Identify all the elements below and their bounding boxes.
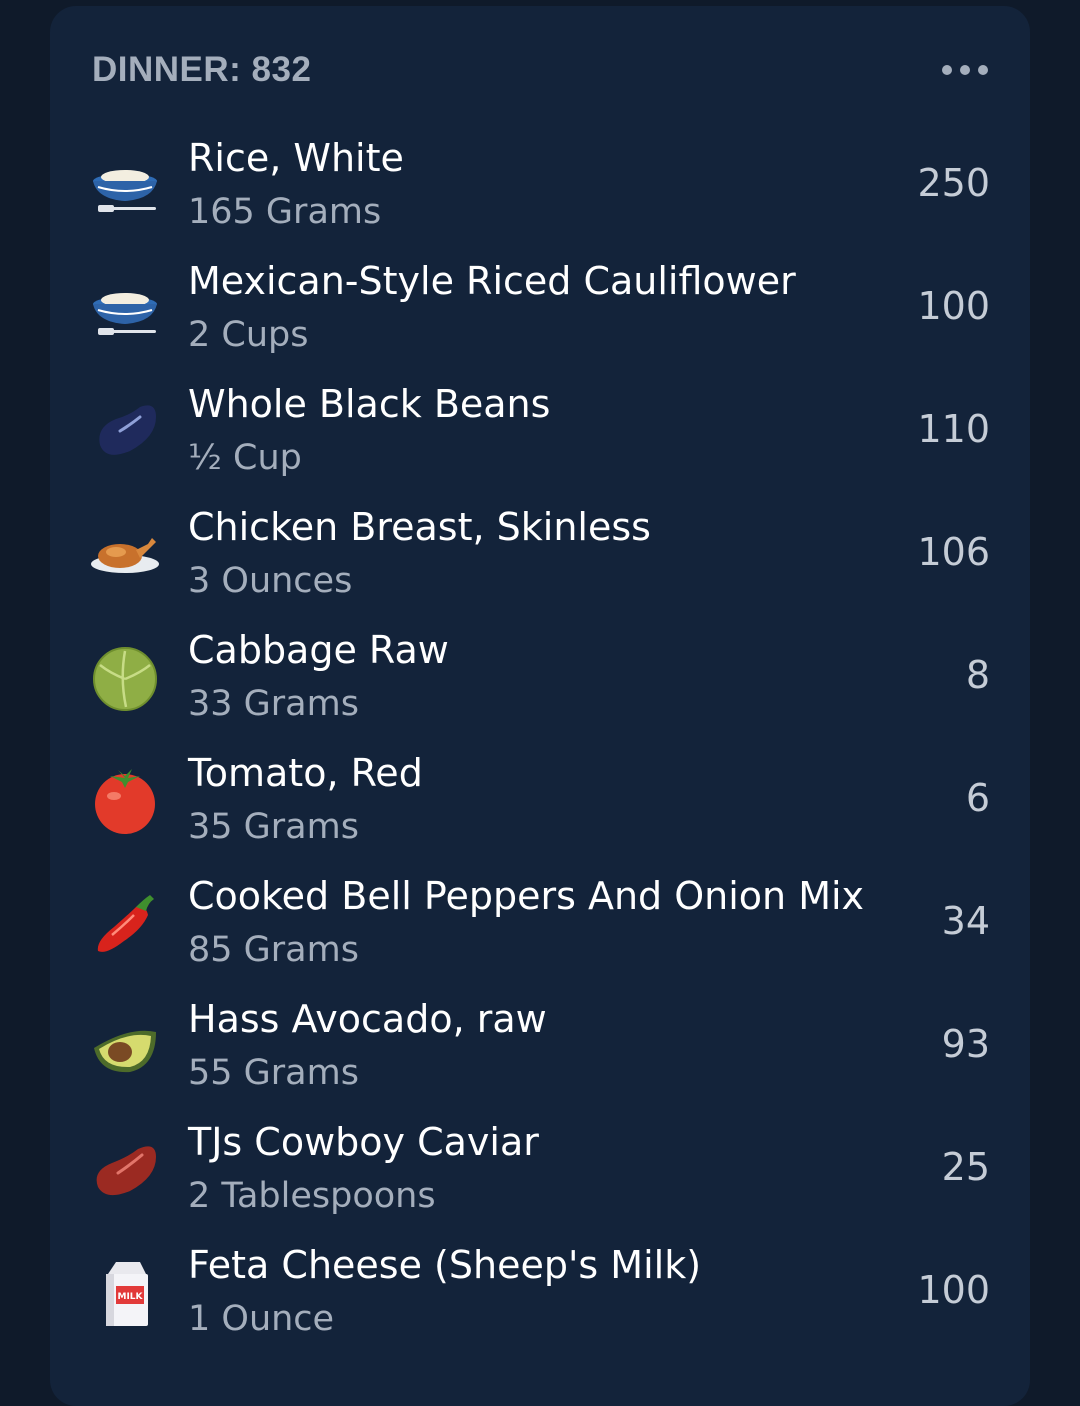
food-name: Cabbage Raw: [188, 628, 449, 672]
meal-card: DINNER: 832 Rice, White 165 Grams 250 Me…: [50, 6, 1030, 1406]
meal-title: DINNER: 832: [92, 50, 312, 89]
red-pepper-icon: [90, 889, 160, 959]
food-entry[interactable]: Cooked Bell Peppers And Onion Mix 85 Gra…: [50, 865, 1030, 988]
tomato-icon: [90, 766, 160, 836]
meal-header: DINNER: 832: [92, 48, 990, 98]
food-entry[interactable]: Cabbage Raw 33 Grams 8: [50, 619, 1030, 742]
food-entry[interactable]: Chicken Breast, Skinless 3 Ounces 106: [50, 496, 1030, 619]
food-serving: 55 Grams: [188, 1053, 359, 1093]
food-entry[interactable]: TJs Cowboy Caviar 2 Tablespoons 25: [50, 1111, 1030, 1234]
red-bean-icon: [90, 1135, 160, 1205]
food-calories: 8: [965, 653, 990, 697]
food-serving: 2 Cups: [188, 315, 309, 355]
milk-carton-icon: MILK: [90, 1258, 160, 1328]
roast-chicken-icon: [90, 520, 160, 590]
rice-bowl-icon: [90, 274, 160, 344]
food-entry[interactable]: Tomato, Red 35 Grams 6: [50, 742, 1030, 865]
food-name: Tomato, Red: [188, 751, 423, 795]
cabbage-icon: [90, 643, 160, 713]
food-name: Cooked Bell Peppers And Onion Mix: [188, 874, 865, 918]
food-name: Rice, White: [188, 136, 404, 180]
more-options-icon[interactable]: [942, 52, 988, 88]
milk-label: MILK: [117, 1292, 143, 1302]
food-entry[interactable]: MILK Feta Cheese (Sheep's Milk) 1 Ounce …: [50, 1234, 1030, 1357]
food-calories: 110: [917, 407, 990, 451]
food-name: Whole Black Beans: [188, 382, 551, 426]
food-name: Mexican-Style Riced Cauliflower: [188, 259, 796, 303]
food-entry[interactable]: Hass Avocado, raw 55 Grams 93: [50, 988, 1030, 1111]
food-calories: 25: [941, 1145, 990, 1189]
food-calories: 6: [965, 776, 990, 820]
food-entry[interactable]: Rice, White 165 Grams 250: [50, 127, 1030, 250]
food-calories: 250: [917, 161, 990, 205]
food-serving: 3 Ounces: [188, 561, 353, 601]
food-serving: 165 Grams: [188, 192, 382, 232]
food-name: Hass Avocado, raw: [188, 997, 547, 1041]
food-calories: 34: [941, 899, 990, 943]
food-name: TJs Cowboy Caviar: [188, 1120, 539, 1164]
food-entry[interactable]: Whole Black Beans ½ Cup 110: [50, 373, 1030, 496]
food-serving: ½ Cup: [188, 438, 302, 478]
food-entry[interactable]: Mexican-Style Riced Cauliflower 2 Cups 1…: [50, 250, 1030, 373]
food-calories: 106: [917, 530, 990, 574]
food-name: Feta Cheese (Sheep's Milk): [188, 1243, 702, 1287]
food-calories: 100: [917, 284, 990, 328]
food-serving: 2 Tablespoons: [188, 1176, 436, 1216]
food-list: Rice, White 165 Grams 250 Mexican-Style …: [50, 127, 1030, 1357]
rice-bowl-icon: [90, 151, 160, 221]
food-calories: 100: [917, 1268, 990, 1312]
food-name: Chicken Breast, Skinless: [188, 505, 651, 549]
food-serving: 85 Grams: [188, 930, 359, 970]
avocado-icon: [90, 1012, 160, 1082]
food-serving: 1 Ounce: [188, 1299, 335, 1339]
food-serving: 35 Grams: [188, 807, 359, 847]
food-serving: 33 Grams: [188, 684, 359, 724]
food-calories: 93: [941, 1022, 990, 1066]
black-bean-icon: [90, 397, 160, 467]
